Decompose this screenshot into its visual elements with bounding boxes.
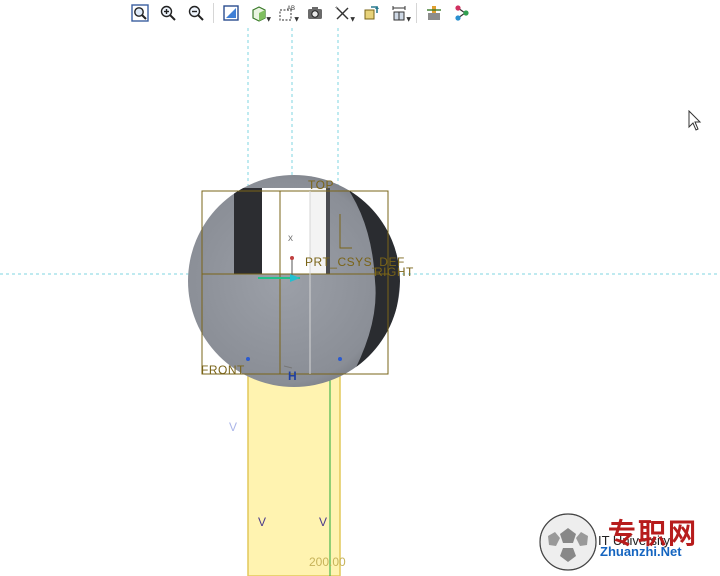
- csys-origin-marker: [290, 256, 294, 260]
- zoom-in-icon: [160, 5, 176, 21]
- saved-views-icon: [308, 7, 322, 19]
- chevron-down-icon: ▼: [294, 16, 299, 23]
- palette-button[interactable]: [422, 1, 446, 25]
- dimension-display-icon: [392, 6, 406, 21]
- dimension-display-button[interactable]: ▼: [387, 1, 411, 25]
- mouse-pointer-icon: [688, 110, 702, 131]
- zoom-fit-icon: [131, 4, 149, 22]
- graphics-window[interactable]: TOP PRT_CSYS_DEF RIGHT FRONT x H V V V 2…: [0, 28, 720, 576]
- right-plane-label: RIGHT: [374, 265, 414, 279]
- repaint-button[interactable]: [219, 1, 243, 25]
- sketch-setup-icon: [364, 6, 379, 20]
- dimension-value[interactable]: 200.00: [309, 555, 346, 569]
- chevron-down-icon: ▼: [266, 16, 271, 23]
- front-plane-label: FRONT: [201, 363, 245, 377]
- toolbar-separator: [416, 3, 417, 23]
- constraint-display-icon: ÷: [335, 6, 349, 20]
- chevron-down-icon: ▼: [406, 16, 411, 23]
- chevron-down-icon: ▼: [350, 16, 355, 23]
- model-canvas[interactable]: [0, 28, 720, 576]
- references-icon: [455, 5, 469, 21]
- sketch-setup-button[interactable]: [359, 1, 383, 25]
- soccer-ball-logo-icon: [539, 513, 597, 571]
- sketch-vertex[interactable]: [338, 357, 342, 361]
- vertical-constraint-label[interactable]: V: [258, 515, 266, 529]
- toolbar-separator: [213, 3, 214, 23]
- datum-badge-text: AB: [287, 6, 295, 12]
- datum-display-icon: AB: [279, 6, 295, 21]
- references-button[interactable]: [450, 1, 474, 25]
- axis-x-label: x: [288, 233, 293, 244]
- constraint-display-button[interactable]: ÷ ▼: [331, 1, 355, 25]
- sketch-vertex[interactable]: [246, 357, 250, 361]
- zoom-in-button[interactable]: [156, 1, 180, 25]
- watermark-en-text: Zhuanzhi.Net: [600, 544, 682, 559]
- saved-views-button[interactable]: [303, 1, 327, 25]
- datum-display-button[interactable]: AB ▼: [275, 1, 299, 25]
- top-plane-label: TOP: [308, 178, 334, 192]
- display-style-button[interactable]: ▼: [247, 1, 271, 25]
- zoom-out-icon: [188, 5, 204, 21]
- zoom-out-button[interactable]: [184, 1, 208, 25]
- revolved-part-body[interactable]: [188, 175, 400, 388]
- graphics-toolbar: ▼ AB ▼ ÷ ▼ ▼: [128, 0, 474, 26]
- horizontal-constraint-label[interactable]: H: [288, 369, 297, 383]
- zoom-fit-button[interactable]: [128, 1, 152, 25]
- sketch-rectangle[interactable]: [247, 353, 341, 576]
- watermark: IT University 专职网 Zhuanzhi.Net: [538, 508, 720, 576]
- vertical-constraint-label[interactable]: V: [229, 420, 237, 434]
- palette-icon: [427, 6, 441, 20]
- repaint-icon: [223, 5, 239, 21]
- vertical-constraint-label[interactable]: V: [319, 515, 327, 529]
- display-style-icon: [252, 6, 266, 22]
